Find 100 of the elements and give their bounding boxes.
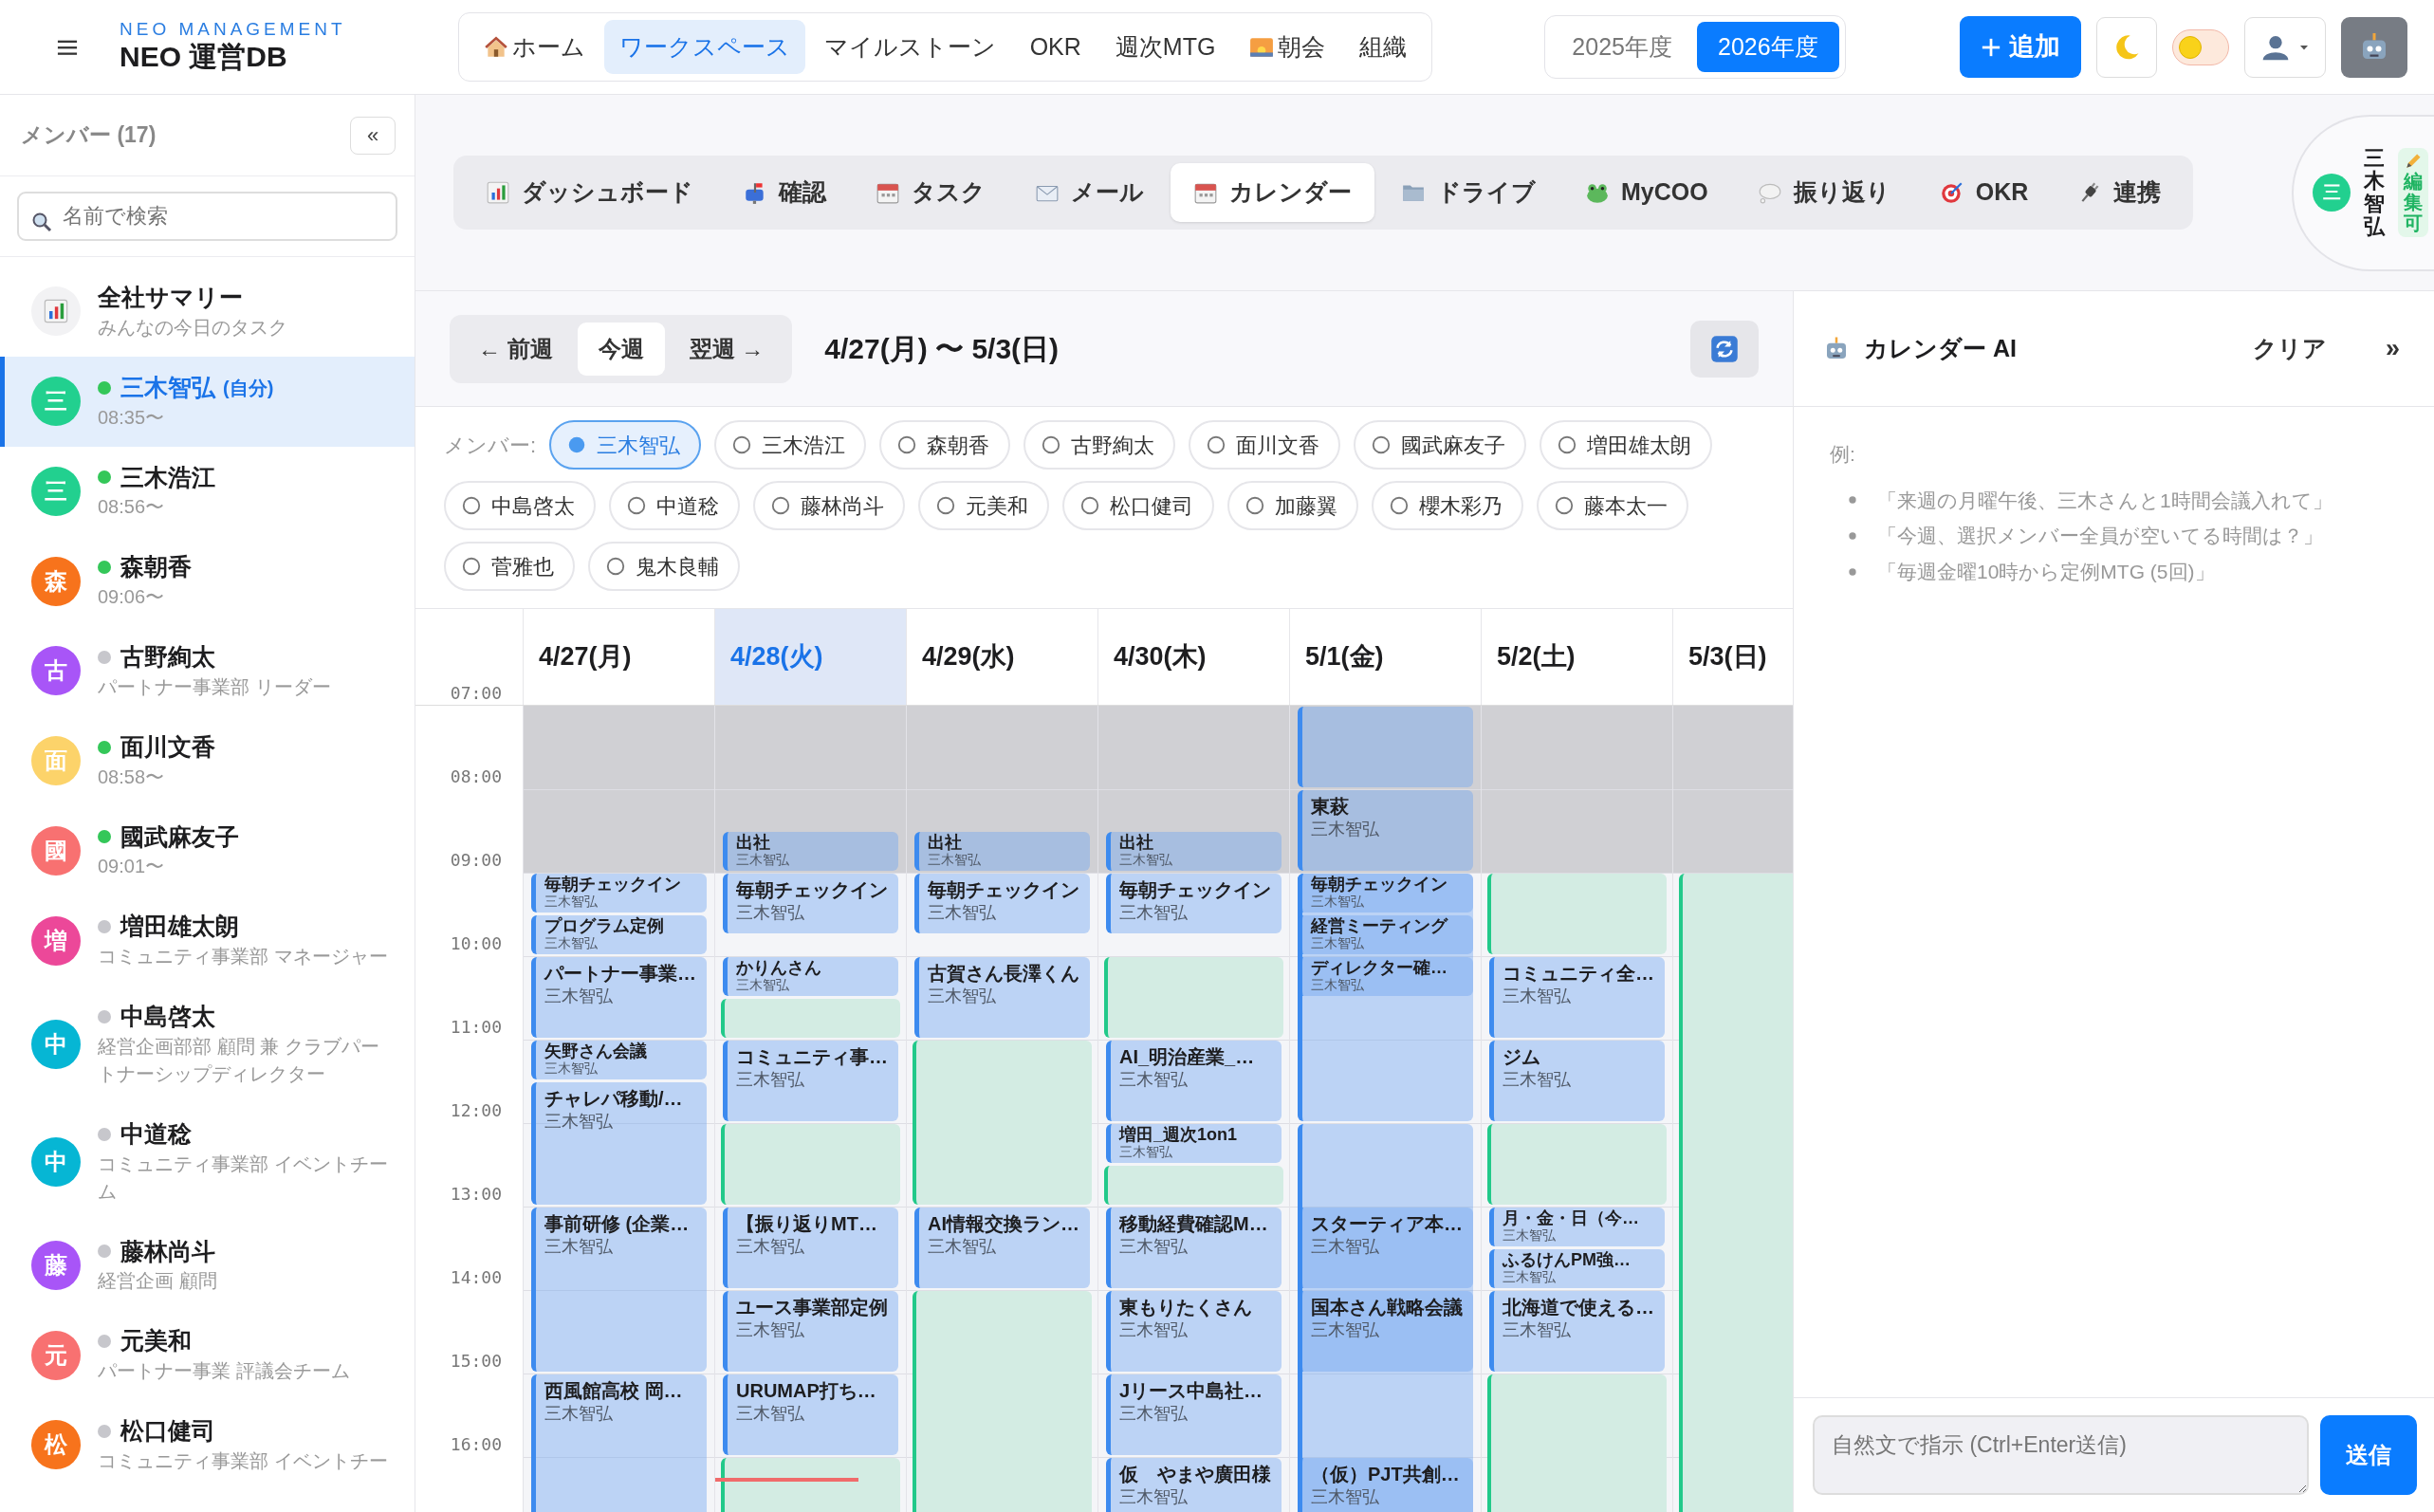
calendar-event[interactable]: パートナー事業… 三木智弘	[531, 957, 707, 1038]
calendar-event[interactable]: チャレパ移動/… 三木智弘	[531, 1082, 707, 1205]
calendar-event[interactable]: かりんさん 三木智弘	[723, 957, 898, 996]
calendar-event[interactable]: 古賀さん長澤くん 三木智弘	[914, 957, 1090, 1038]
calendar-event[interactable]: 矢野さん会議 三木智弘	[531, 1041, 707, 1079]
calendar-event[interactable]: プログラム定例 三木智弘	[531, 915, 707, 954]
nav-tab[interactable]: ホーム	[468, 19, 600, 75]
add-button[interactable]: 追加	[1960, 16, 2081, 78]
member-item[interactable]: 松 松口健司 コミュニティ事業部 イベントチー	[0, 1400, 415, 1490]
instruction-field[interactable]: 自然文で指示 (Ctrl+Enter送信)	[1813, 1415, 2309, 1495]
calendar-event[interactable]: 西風館高校 岡… 三木智弘	[531, 1374, 707, 1512]
calendar-event[interactable]: 毎朝チェックイン 三木智弘	[1298, 874, 1473, 913]
member-chip[interactable]: 増田雄太朗	[1540, 420, 1713, 470]
member-item[interactable]: 森 森朝香 09:06〜	[0, 536, 415, 626]
calendar-event[interactable]: 【振り返りMT… 三木智弘	[723, 1208, 898, 1288]
calendar-event[interactable]: コミュニティ全… 三木智弘	[1489, 957, 1665, 1038]
member-chip[interactable]: 加藤翼	[1227, 481, 1358, 530]
calendar-event[interactable]: 仮 やまや廣田様 三木智弘	[1106, 1458, 1282, 1512]
member-item[interactable]: 増 増田雄太朗 コミュニティ事業部 マネージャー	[0, 895, 415, 986]
member-item[interactable]: 三 三木智弘 (自分) 08:35〜	[0, 356, 415, 447]
calendar-event[interactable]: AI情報交換ラン… 三木智弘	[914, 1208, 1090, 1288]
calendar-event[interactable]: 東もりたくさん 三木智弘	[1106, 1291, 1282, 1372]
calendar-event[interactable]: 毎朝チェックイン 三木智弘	[723, 874, 898, 933]
collapse-button[interactable]: «	[350, 116, 396, 155]
nav-tab[interactable]: 週次MTG	[1099, 19, 1231, 75]
section-tab[interactable]: MyCOO	[1562, 163, 1731, 222]
section-tab[interactable]: 確認	[720, 163, 849, 222]
section-tab[interactable]: カレンダー	[1171, 163, 1374, 222]
calendar-event[interactable]: 北海道で使える… 三木智弘	[1489, 1291, 1665, 1372]
year-tab[interactable]: 2025年度	[1551, 21, 1693, 73]
week-nav-button[interactable]: ← 前週	[457, 322, 574, 376]
week-nav-button[interactable]: 今週	[577, 322, 665, 376]
nav-tab[interactable]: 組織	[1344, 19, 1423, 75]
member-chip[interactable]: 三木浩江	[714, 420, 867, 470]
calendar-event[interactable]: URUMAP打ち… 三木智弘	[723, 1374, 898, 1455]
section-tab[interactable]: ダッシュボード	[463, 163, 716, 222]
member-detail: コミュニティ事業部 マネージャー	[98, 945, 389, 968]
member-chip[interactable]: 鬼木良輔	[588, 542, 740, 591]
member-detail: 09:01〜	[98, 855, 166, 879]
calendar-event[interactable]: 東萩 三木智弘	[1298, 790, 1473, 871]
week-nav-button[interactable]: 翌週 →	[668, 322, 785, 376]
send-button[interactable]: 送信	[2320, 1415, 2417, 1495]
nav-tab[interactable]: 朝会	[1234, 19, 1341, 75]
calendar-event[interactable]: AI_明治産業_… 三木智弘	[1106, 1041, 1282, 1121]
calendar-event[interactable]: 月・金・日（今… 三木智弘	[1489, 1208, 1665, 1246]
member-chip[interactable]: 國武麻友子	[1354, 420, 1527, 470]
member-chip[interactable]: 松口健司	[1062, 481, 1214, 530]
section-tab[interactable]: タスク	[853, 163, 1008, 222]
search-field[interactable]: 名前で検索	[17, 192, 397, 241]
section-tab[interactable]: ドライブ	[1378, 163, 1558, 222]
nav-tab[interactable]: ワークスペース	[603, 19, 805, 75]
clear-button[interactable]: クリア	[2246, 329, 2333, 368]
calendar-event[interactable]: ふるけんPM強… 三木智弘	[1489, 1249, 1665, 1288]
collapse-panel-button[interactable]: »	[2379, 328, 2406, 369]
member-chip[interactable]: 森朝香	[879, 420, 1011, 470]
member-chip[interactable]: 元美和	[918, 481, 1049, 530]
calendar-event[interactable]: 増田_週次1on1 三木智弘	[1106, 1124, 1282, 1163]
member-chip[interactable]: 三木智弘	[549, 420, 702, 470]
member-chip[interactable]: 菅雅也	[444, 542, 575, 591]
member-chip[interactable]: 中道稔	[609, 481, 740, 530]
theme-toggle[interactable]	[2172, 28, 2229, 65]
assistant-button[interactable]	[2341, 16, 2407, 78]
calendar-event[interactable]: 出社 三木智弘	[723, 832, 898, 871]
calendar-event[interactable]: 出社 三木智弘	[1106, 832, 1282, 871]
member-chip[interactable]: 藤林尚斗	[753, 481, 905, 530]
member-item[interactable]: 中 中島啓太 経営企画部部 顧問 兼 クラブパートナーシップディレクター	[0, 986, 415, 1103]
calendar-event[interactable]: ジム 三木智弘	[1489, 1041, 1665, 1121]
member-item[interactable]: 國 國武麻友子 09:01〜	[0, 805, 415, 896]
calendar-event[interactable]: 事前研修 (企業… 三木智弘	[531, 1208, 707, 1372]
section-tab[interactable]: メール	[1012, 163, 1167, 222]
member-item[interactable]: 中 中道稔 コミュニティ事業部 イベントチーム	[0, 1102, 415, 1221]
member-item[interactable]: 面 面川文香 08:58〜	[0, 715, 415, 806]
nav-tab[interactable]: OKR	[1014, 19, 1097, 75]
refresh-button[interactable]	[1690, 320, 1759, 378]
calendar-event[interactable]: Jリース中島社… 三木智弘	[1106, 1374, 1282, 1455]
member-chip[interactable]: 櫻木彩乃	[1372, 481, 1523, 530]
section-tab[interactable]: OKR	[1916, 163, 2052, 222]
member-chip[interactable]: 中島啓太	[444, 481, 596, 530]
event-title: スターティア本…	[1311, 1212, 1464, 1236]
section-tab[interactable]: 連携	[2055, 163, 2185, 222]
user-menu-button[interactable]	[2244, 16, 2326, 78]
calendar-event[interactable]: 移動経費確認M… 三木智弘	[1106, 1208, 1282, 1288]
calendar-event[interactable]: 毎朝チェックイン 三木智弘	[1106, 874, 1282, 933]
calendar-event[interactable]: 毎朝チェックイン 三木智弘	[914, 874, 1090, 933]
member-chip[interactable]: 藤本太一	[1537, 481, 1688, 530]
member-chip[interactable]: 面川文香	[1189, 420, 1341, 470]
calendar-event[interactable]: コミュニティ事… 三木智弘	[723, 1041, 898, 1121]
member-item[interactable]: 藤 藤林尚斗 経営企画 顧問	[0, 1220, 415, 1311]
event-owner: 三木智弘	[544, 1236, 614, 1258]
calendar-event[interactable]: ユース事業部定例 三木智弘	[723, 1291, 898, 1372]
year-tab[interactable]: 2026年度	[1697, 21, 1839, 73]
member-item[interactable]: 古 古野絢太 パートナー事業部 リーダー	[0, 626, 415, 716]
calendar-event[interactable]: 出社 三木智弘	[914, 832, 1090, 871]
member-item[interactable]: 三 三木浩江 08:56〜	[0, 446, 415, 537]
member-item[interactable]: 元 元美和 パートナー事業 評議会チーム	[0, 1310, 415, 1400]
calendar-event[interactable]: 毎朝チェックイン 三木智弘	[531, 874, 707, 913]
section-tab[interactable]: 振り返り	[1734, 163, 1913, 222]
member-chip[interactable]: 古野絢太	[1023, 420, 1176, 470]
member-item[interactable]: 全社サマリー みんなの今日のタスク	[0, 267, 415, 357]
nav-tab[interactable]: マイルストーン	[808, 19, 1011, 75]
